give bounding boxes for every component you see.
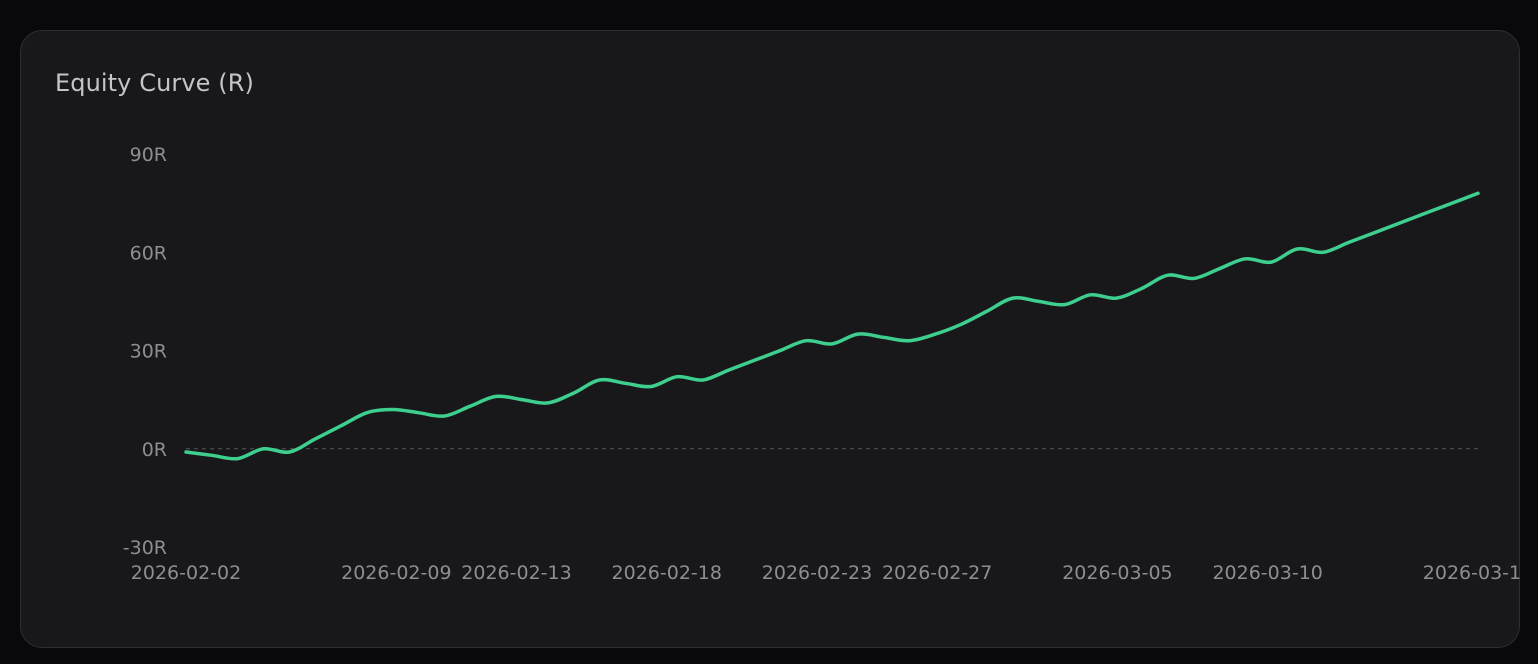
y-tick-label: 60R bbox=[130, 242, 167, 264]
equity-curve-chart: 90R60R30R0R-30R 2026-02-02 2026-02-09 2026… bbox=[123, 144, 1521, 584]
y-tick-label: 0R bbox=[142, 439, 167, 461]
x-tick-label: 2026-03-17 bbox=[1423, 562, 1521, 584]
y-axis-ticks: 90R 60R 30R 0R -30R bbox=[123, 144, 167, 559]
x-tick-label: 2026-02-13 bbox=[461, 562, 571, 584]
x-tick-label: 2026-03-10 bbox=[1212, 562, 1322, 584]
x-tick-label: 2026-02-27 bbox=[882, 562, 992, 584]
equity-series-line[interactable] bbox=[184, 191, 1480, 461]
x-tick-label: 2026-02-09 bbox=[341, 562, 451, 584]
equity-curve-card: Equity Curve (R) 90R 60R 30R 0R -30R 2026-02… bbox=[20, 30, 1521, 648]
x-axis-ticks: 2026-02-02 2026-02-09 2026-02-13 2026-02-18… bbox=[131, 562, 1521, 584]
x-tick-label: 2026-02-02 bbox=[131, 562, 241, 584]
y-tick-label: 90R bbox=[130, 144, 167, 166]
x-tick-label: 2026-02-18 bbox=[612, 562, 722, 584]
x-tick-label: 2026-02-23 bbox=[762, 562, 872, 584]
y-tick-label: 30R bbox=[130, 341, 167, 363]
x-tick-label: 2026-03-05 bbox=[1062, 562, 1172, 584]
y-tick-label: -30R bbox=[123, 537, 167, 559]
